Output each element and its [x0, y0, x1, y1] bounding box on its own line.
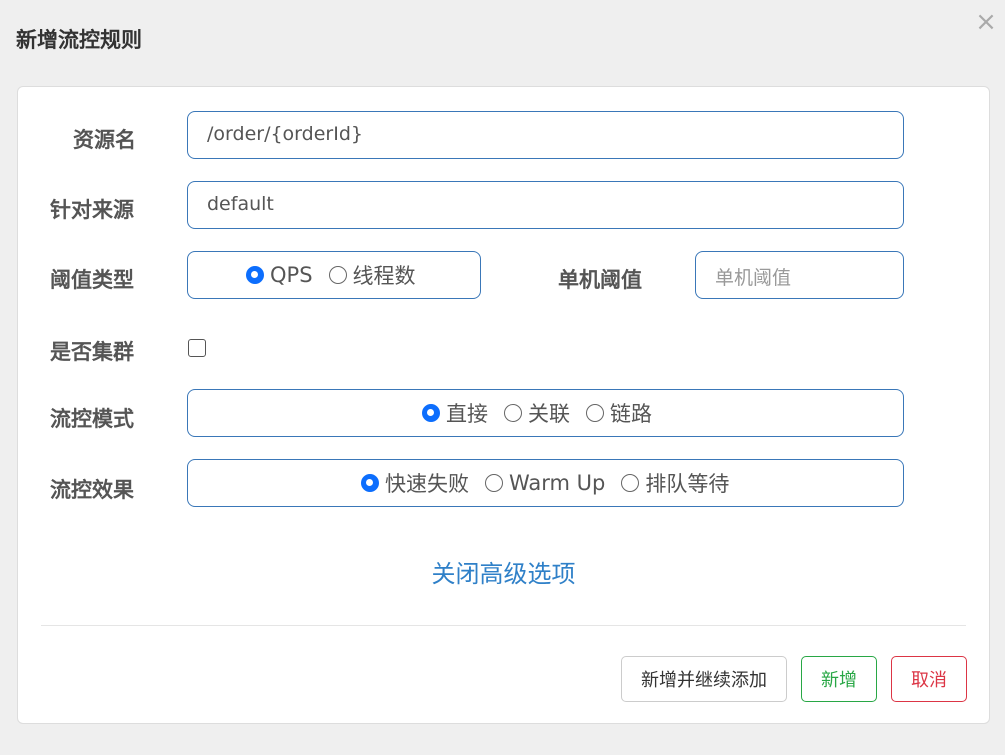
control-effect-fail-fast-radio[interactable] [361, 474, 379, 492]
control-effect-warm-up-label: Warm Up [509, 471, 606, 495]
control-effect-fail-fast-label: 快速失败 [385, 472, 469, 496]
control-effect-label: 流控效果 [50, 478, 134, 502]
close-icon[interactable]: × [974, 8, 998, 36]
control-mode-relate-label: 关联 [528, 402, 570, 426]
add-and-continue-button[interactable]: 新增并继续添加 [621, 656, 787, 702]
control-mode-direct-radio[interactable] [422, 404, 440, 422]
control-mode-group: 直接 关联 链路 [187, 389, 904, 437]
threshold-type-label: 阈值类型 [50, 268, 134, 292]
control-effect-queue-radio[interactable] [621, 474, 640, 492]
cancel-button[interactable]: 取消 [891, 656, 967, 702]
resource-name-input[interactable]: /order/{orderId} [187, 111, 904, 159]
single-threshold-input[interactable]: 单机阈值 [695, 251, 904, 299]
single-threshold-label: 单机阈值 [558, 268, 642, 292]
control-effect-warm-up-radio[interactable] [485, 474, 503, 492]
control-effect-group: 快速失败 Warm Up 排队等待 [187, 459, 904, 507]
threshold-type-group: QPS 线程数 [187, 251, 481, 299]
limit-app-input[interactable]: default [187, 181, 904, 229]
threshold-type-qps-radio[interactable] [246, 266, 264, 284]
single-threshold-placeholder: 单机阈值 [715, 267, 792, 289]
control-effect-queue-label: 排队等待 [645, 472, 730, 496]
control-mode-direct-label: 直接 [446, 402, 488, 426]
resource-name-value: /order/{orderId} [207, 123, 363, 145]
threshold-type-qps-label: QPS [270, 263, 313, 287]
cluster-mode-label: 是否集群 [50, 340, 134, 364]
control-mode-chain-radio[interactable] [586, 404, 604, 422]
control-mode-chain-label: 链路 [610, 402, 652, 426]
control-mode-relate-radio[interactable] [504, 404, 522, 422]
add-button[interactable]: 新增 [801, 656, 877, 702]
advanced-options-toggle[interactable]: 关闭高级选项 [18, 554, 989, 589]
limit-app-value: default [207, 193, 274, 215]
cluster-mode-checkbox[interactable] [188, 339, 206, 357]
dialog-title: 新增流控规则 [16, 28, 142, 52]
resource-name-label: 资源名 [73, 128, 136, 152]
threshold-type-thread-label: 线程数 [352, 264, 416, 288]
control-mode-label: 流控模式 [50, 407, 134, 431]
footer-divider [41, 625, 966, 626]
limit-app-label: 针对来源 [50, 198, 134, 222]
form-panel: 资源名 /order/{orderId} 针对来源 default 阈值类型 Q… [17, 86, 990, 724]
threshold-type-thread-radio[interactable] [328, 266, 347, 284]
